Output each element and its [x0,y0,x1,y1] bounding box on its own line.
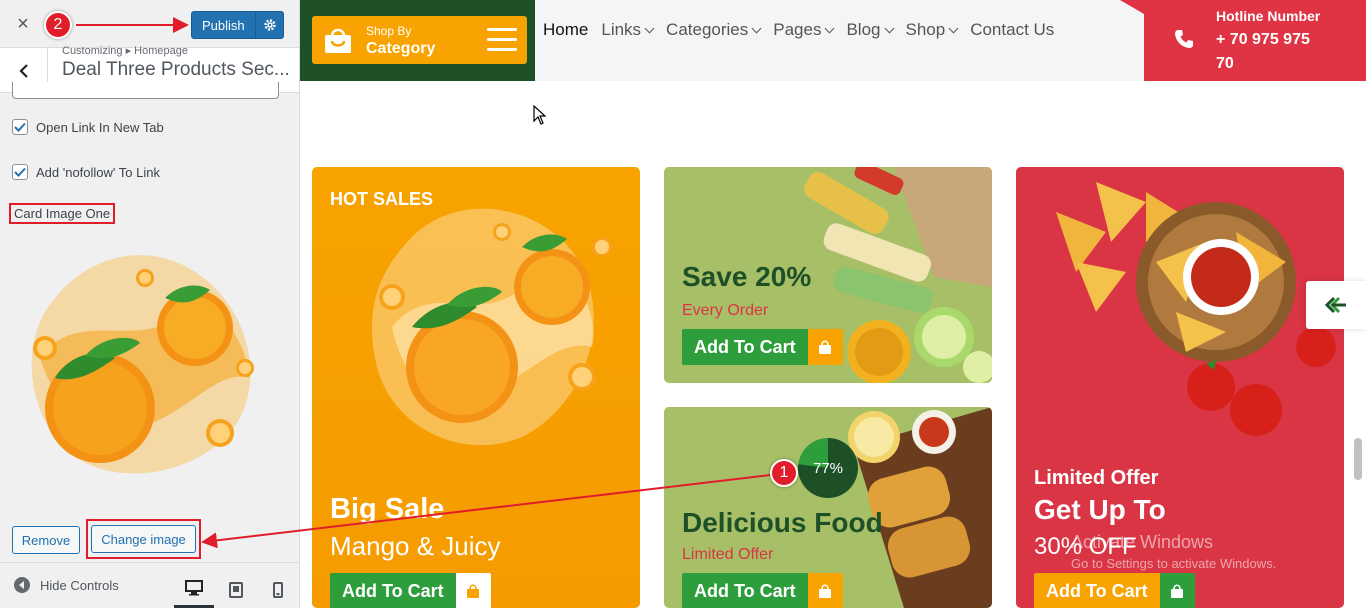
chevron-down-icon [948,23,959,33]
chevron-down-icon [644,23,655,33]
food-card-title: Delicious Food [682,507,883,538]
annotation-marker-one: 1 [770,459,798,487]
close-customizer-button[interactable]: × [8,10,38,40]
nav-home-label: Home [543,20,589,39]
preview-scrollbar[interactable] [1354,438,1362,480]
activate-windows-hint: Go to Settings to activate Windows. [1071,556,1277,571]
desktop-preview-button[interactable] [174,571,214,608]
arrow-left-circle-icon [14,577,30,593]
nav-categories-label: Categories [666,20,749,39]
chevron-down-icon [751,23,762,33]
chevron-down-icon [884,23,894,33]
add-to-cart-label: Add To Cart [1034,573,1160,608]
main-navigation: Home Links Categories Pages Blog Shop Co… [543,20,1067,40]
checkmark-icon [14,167,26,177]
nav-blog-label: Blog [846,20,881,39]
nav-shop-label: Shop [905,20,946,39]
nav-item-home[interactable]: Home [543,20,588,40]
nav-contact-label: Contact Us [970,20,1055,39]
phone-icon [1175,30,1193,48]
tablet-preview-button[interactable] [216,571,256,608]
nofollow-checkbox[interactable] [12,164,28,180]
back-arrow-button[interactable] [1306,281,1366,329]
section-title: Deal Three Products Sec... [62,59,290,80]
hot-card-subtitle: Mango & Juicy [330,531,501,561]
hide-controls-label: Hide Controls [40,577,119,593]
category-label: Category [366,40,436,57]
hot-sales-card[interactable]: HOT SALES Big Sale Mango & Juicy Add To … [312,167,640,608]
desktop-icon [185,580,203,596]
nav-item-links[interactable]: Links [601,20,655,40]
hot-card-title: Big Sale [330,493,445,525]
shop-by-label: Shop By [366,24,412,38]
food-add-to-cart-button[interactable]: Add To Cart [682,573,843,608]
add-to-cart-label: Add To Cart [682,329,808,365]
nofollow-option[interactable]: Add 'nofollow' To Link [12,164,160,180]
save-card-subtitle: Every Order [682,302,769,319]
sidebar-footer: Hide Controls [0,562,299,608]
site-preview: Shop By Category Home Links Categories P… [300,0,1366,608]
hide-controls-button[interactable]: Hide Controls [14,577,119,593]
limited-card-tag: Limited Offer [1034,467,1159,489]
nofollow-label: Add 'nofollow' To Link [36,164,160,180]
open-new-tab-checkbox[interactable] [12,119,28,135]
shopping-bag-icon [1159,573,1195,608]
add-to-cart-label: Add To Cart [682,573,808,608]
annotation-marker-two: 2 [44,11,72,39]
card-image-preview [31,255,254,474]
hotline-number[interactable]: + 70 975 975 70 [1216,28,1326,76]
gear-icon[interactable] [255,12,283,38]
shopping-bag-icon [807,573,843,608]
discount-progress-badge: 77% [798,438,858,498]
orange-splash-image [371,208,612,446]
hotline-title: Hotline Number [1216,8,1321,24]
change-image-button[interactable]: Change image [91,525,196,553]
save-card-title: Save 20% [682,261,812,292]
mobile-icon [273,582,283,598]
hotline-box: Hotline Number + 70 975 975 70 [1120,0,1366,81]
limited-card-title: Get Up To [1034,494,1166,525]
chevron-left-icon [18,63,28,78]
chevron-down-icon [825,23,835,33]
nav-item-blog[interactable]: Blog [846,20,894,40]
checkmark-icon [14,122,26,132]
arrow-left-icon [1324,296,1346,314]
customizer-sidebar: × Publish Customizing ▸ Homepage Deal Th… [0,0,300,608]
section-breadcrumb: Customizing ▸ Homepage [62,45,188,57]
activate-windows-title: Activate Windows [1071,532,1214,552]
nav-item-contact[interactable]: Contact Us [970,20,1054,40]
nachos-image [1056,182,1336,436]
mouse-cursor-icon [533,105,547,125]
limited-add-to-cart-button[interactable]: Add To Cart [1034,573,1195,608]
mobile-preview-button[interactable] [258,571,298,608]
nav-links-label: Links [601,20,642,39]
remove-image-button[interactable]: Remove [12,526,80,554]
nav-item-shop[interactable]: Shop [905,20,959,40]
shop-by-category-button[interactable]: Shop By Category [312,16,527,64]
card-image-one-label: Card Image One [9,203,116,224]
nav-item-categories[interactable]: Categories [666,20,762,40]
link-url-input[interactable] [12,82,279,99]
open-new-tab-option[interactable]: Open Link In New Tab [12,119,164,135]
publish-button[interactable]: Publish [191,11,284,39]
hot-add-to-cart-button[interactable]: Add To Cart [330,573,491,608]
open-new-tab-label: Open Link In New Tab [36,119,164,135]
publish-label: Publish [202,17,245,33]
hamburger-icon [487,28,517,58]
shopping-bag-icon [455,573,491,608]
shopping-bag-icon [325,28,351,53]
shopping-bag-icon [807,329,843,365]
hot-sales-tag: HOT SALES [330,189,434,209]
nav-item-pages[interactable]: Pages [773,20,835,40]
category-box: Shop By Category [300,0,535,81]
save-add-to-cart-button[interactable]: Add To Cart [682,329,843,365]
site-header: Shop By Category Home Links Categories P… [300,0,1366,81]
add-to-cart-label: Add To Cart [330,573,456,608]
nav-pages-label: Pages [773,20,822,39]
food-card-subtitle: Limited Offer [682,546,774,563]
tablet-icon [229,582,243,598]
save-20-card[interactable]: Save 20% Every Order Add To Cart [664,167,992,383]
